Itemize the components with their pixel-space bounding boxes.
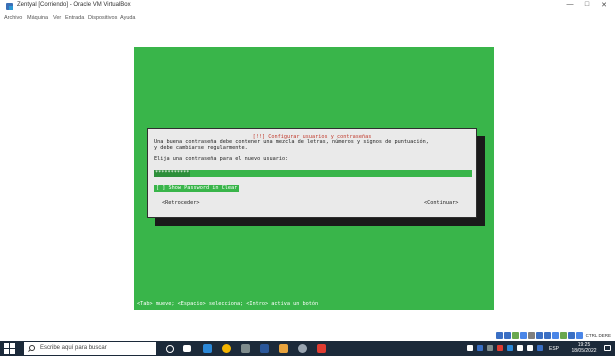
windows-logo-icon [10,343,15,348]
app-icon[interactable] [279,344,288,353]
menu-archivo[interactable]: Archivo [4,15,22,21]
cpu-icon[interactable] [559,331,567,339]
file-explorer-icon[interactable] [203,344,212,353]
task-view-icon[interactable] [183,345,191,352]
back-button[interactable]: <Retroceder> [162,200,199,206]
clock-date: 18/05/2022 [571,347,597,354]
windows-logo-icon [10,349,15,354]
recording-icon[interactable] [551,331,559,339]
menu-entrada[interactable]: Entrada [65,15,84,21]
chrome-icon[interactable] [222,344,231,353]
dialog-prompt: Elija una contraseña para el nuevo usuar… [154,156,289,162]
password-input[interactable]: *********** [154,170,472,177]
keyboard-icon[interactable] [575,331,583,339]
user-password-dialog: [!!] Configurar usuarios y contraseñas U… [147,128,477,218]
tray-icon[interactable] [497,345,503,351]
windows-logo-icon [4,343,9,348]
maximize-button[interactable]: □ [581,1,593,8]
virtualbox-icon [6,3,13,10]
volume-icon[interactable] [527,345,533,351]
menu-dispositivos[interactable]: Dispositivos [88,15,117,21]
menu-ver[interactable]: Ver [53,15,61,21]
usb-icon[interactable] [527,331,535,339]
keyboard-help-line: <Tab> mueve; <Espacio> selecciona; <Intr… [137,301,319,307]
shared-folders-icon[interactable] [535,331,543,339]
display-icon[interactable] [543,331,551,339]
language-indicator[interactable]: ESP [549,346,559,352]
network-icon[interactable] [519,331,527,339]
continue-button[interactable]: <Continuar> [424,200,458,206]
audio-icon[interactable] [511,331,519,339]
tray-icon[interactable] [487,345,493,351]
start-button[interactable] [4,343,15,354]
windows-logo-icon [4,349,9,354]
hard-disk-icon[interactable] [495,331,503,339]
vbox-status-bar: CTRL DERE [495,331,611,339]
clock[interactable]: 19:25 18/05/2022 [570,342,598,354]
dialog-text-line2: y debe cambiarse regularmente. [154,145,248,151]
search-icon [29,345,35,351]
optical-drive-icon[interactable] [503,331,511,339]
notification-icon[interactable] [604,345,611,351]
installer-screen[interactable]: [!!] Configurar usuarios y contraseñas U… [134,47,494,310]
close-button[interactable]: ✕ [598,1,610,9]
minimize-button[interactable]: — [564,1,576,8]
tray-icon[interactable] [477,345,483,351]
window-title: Zentyal [Corriendo] - Oracle VM VirtualB… [17,2,131,8]
password-value: *********** [154,170,191,177]
wifi-icon[interactable] [517,345,523,351]
search-placeholder: Escribe aquí para buscar [40,345,107,351]
host-key-label: CTRL DERE [585,332,611,338]
pdf-icon[interactable] [317,344,326,353]
menu-ayuda[interactable]: Ayuda [120,15,136,21]
windows-taskbar: Escribe aquí para buscar ESP 19:25 18/05… [0,341,615,356]
mouse-integration-icon[interactable] [567,331,575,339]
tray-icon[interactable] [507,345,513,351]
menu-maquina[interactable]: Máquina [27,15,48,21]
tray-icon[interactable] [467,345,473,351]
window-titlebar: Zentyal [Corriendo] - Oracle VM VirtualB… [0,0,615,14]
menu-bar: Archivo Máquina Ver Entrada Dispositivos… [0,14,615,24]
app-icon[interactable] [241,344,250,353]
cortana-icon[interactable] [166,344,174,353]
word-icon[interactable] [260,344,269,353]
show-password-checkbox[interactable]: [ ] Show Password in Clear [154,185,240,192]
tray-icon[interactable] [537,345,543,351]
app-icon[interactable] [298,344,307,353]
taskbar-search[interactable]: Escribe aquí para buscar [24,342,156,355]
